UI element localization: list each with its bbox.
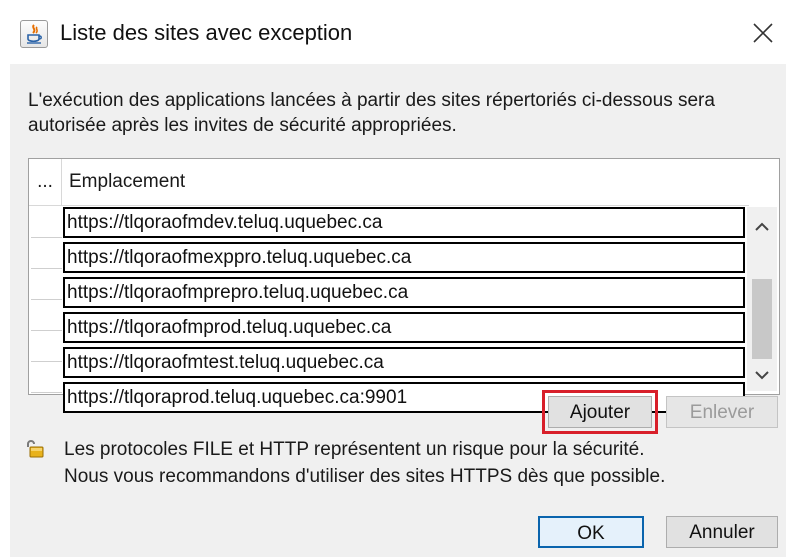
scrollbar-thumb[interactable] <box>752 279 772 359</box>
title-bar: Liste des sites avec exception <box>0 0 786 64</box>
sites-table: ... Emplacement https://tlqoraofmdev.tel… <box>28 158 780 413</box>
cancel-button[interactable]: Annuler <box>666 516 778 548</box>
warning-line-2: Nous vous recommandons d'utiliser des si… <box>64 466 666 487</box>
description-text: L'exécution des applications lancées à p… <box>28 90 715 136</box>
security-warning: Les protocoles FILE et HTTP représentent… <box>64 436 764 490</box>
column-header-index[interactable]: ... <box>29 159 62 205</box>
table-row[interactable]: https://tlqoraofmtest.teluq.uquebec.ca <box>63 347 745 378</box>
row-index-column <box>31 207 62 393</box>
highlight-box <box>542 390 658 434</box>
window-title: Liste des sites avec exception <box>60 20 353 45</box>
vertical-scrollbar[interactable] <box>747 207 777 391</box>
table-rows: https://tlqoraofmdev.teluq.uquebec.ca ht… <box>63 207 745 417</box>
close-icon[interactable] <box>748 18 778 48</box>
table-row[interactable]: https://tlqoraofmprod.teluq.uquebec.ca <box>63 312 745 343</box>
column-header-location[interactable]: Emplacement <box>63 159 185 205</box>
table-row[interactable]: https://tlqoraofmdev.teluq.uquebec.ca <box>63 207 745 238</box>
java-icon <box>20 20 48 48</box>
table-row[interactable]: https://tlqoraofmexppro.teluq.uquebec.ca <box>63 242 745 273</box>
scroll-down-icon[interactable] <box>747 365 777 385</box>
table-row[interactable]: https://tlqoraofmprepro.teluq.uquebec.ca <box>63 277 745 308</box>
remove-button[interactable]: Enlever <box>666 396 778 428</box>
warning-line-1: Les protocoles FILE et HTTP représentent… <box>64 439 645 460</box>
lock-icon <box>24 438 46 465</box>
scroll-up-icon[interactable] <box>747 217 777 237</box>
ok-button[interactable]: OK <box>538 516 644 548</box>
header-divider <box>29 205 749 206</box>
